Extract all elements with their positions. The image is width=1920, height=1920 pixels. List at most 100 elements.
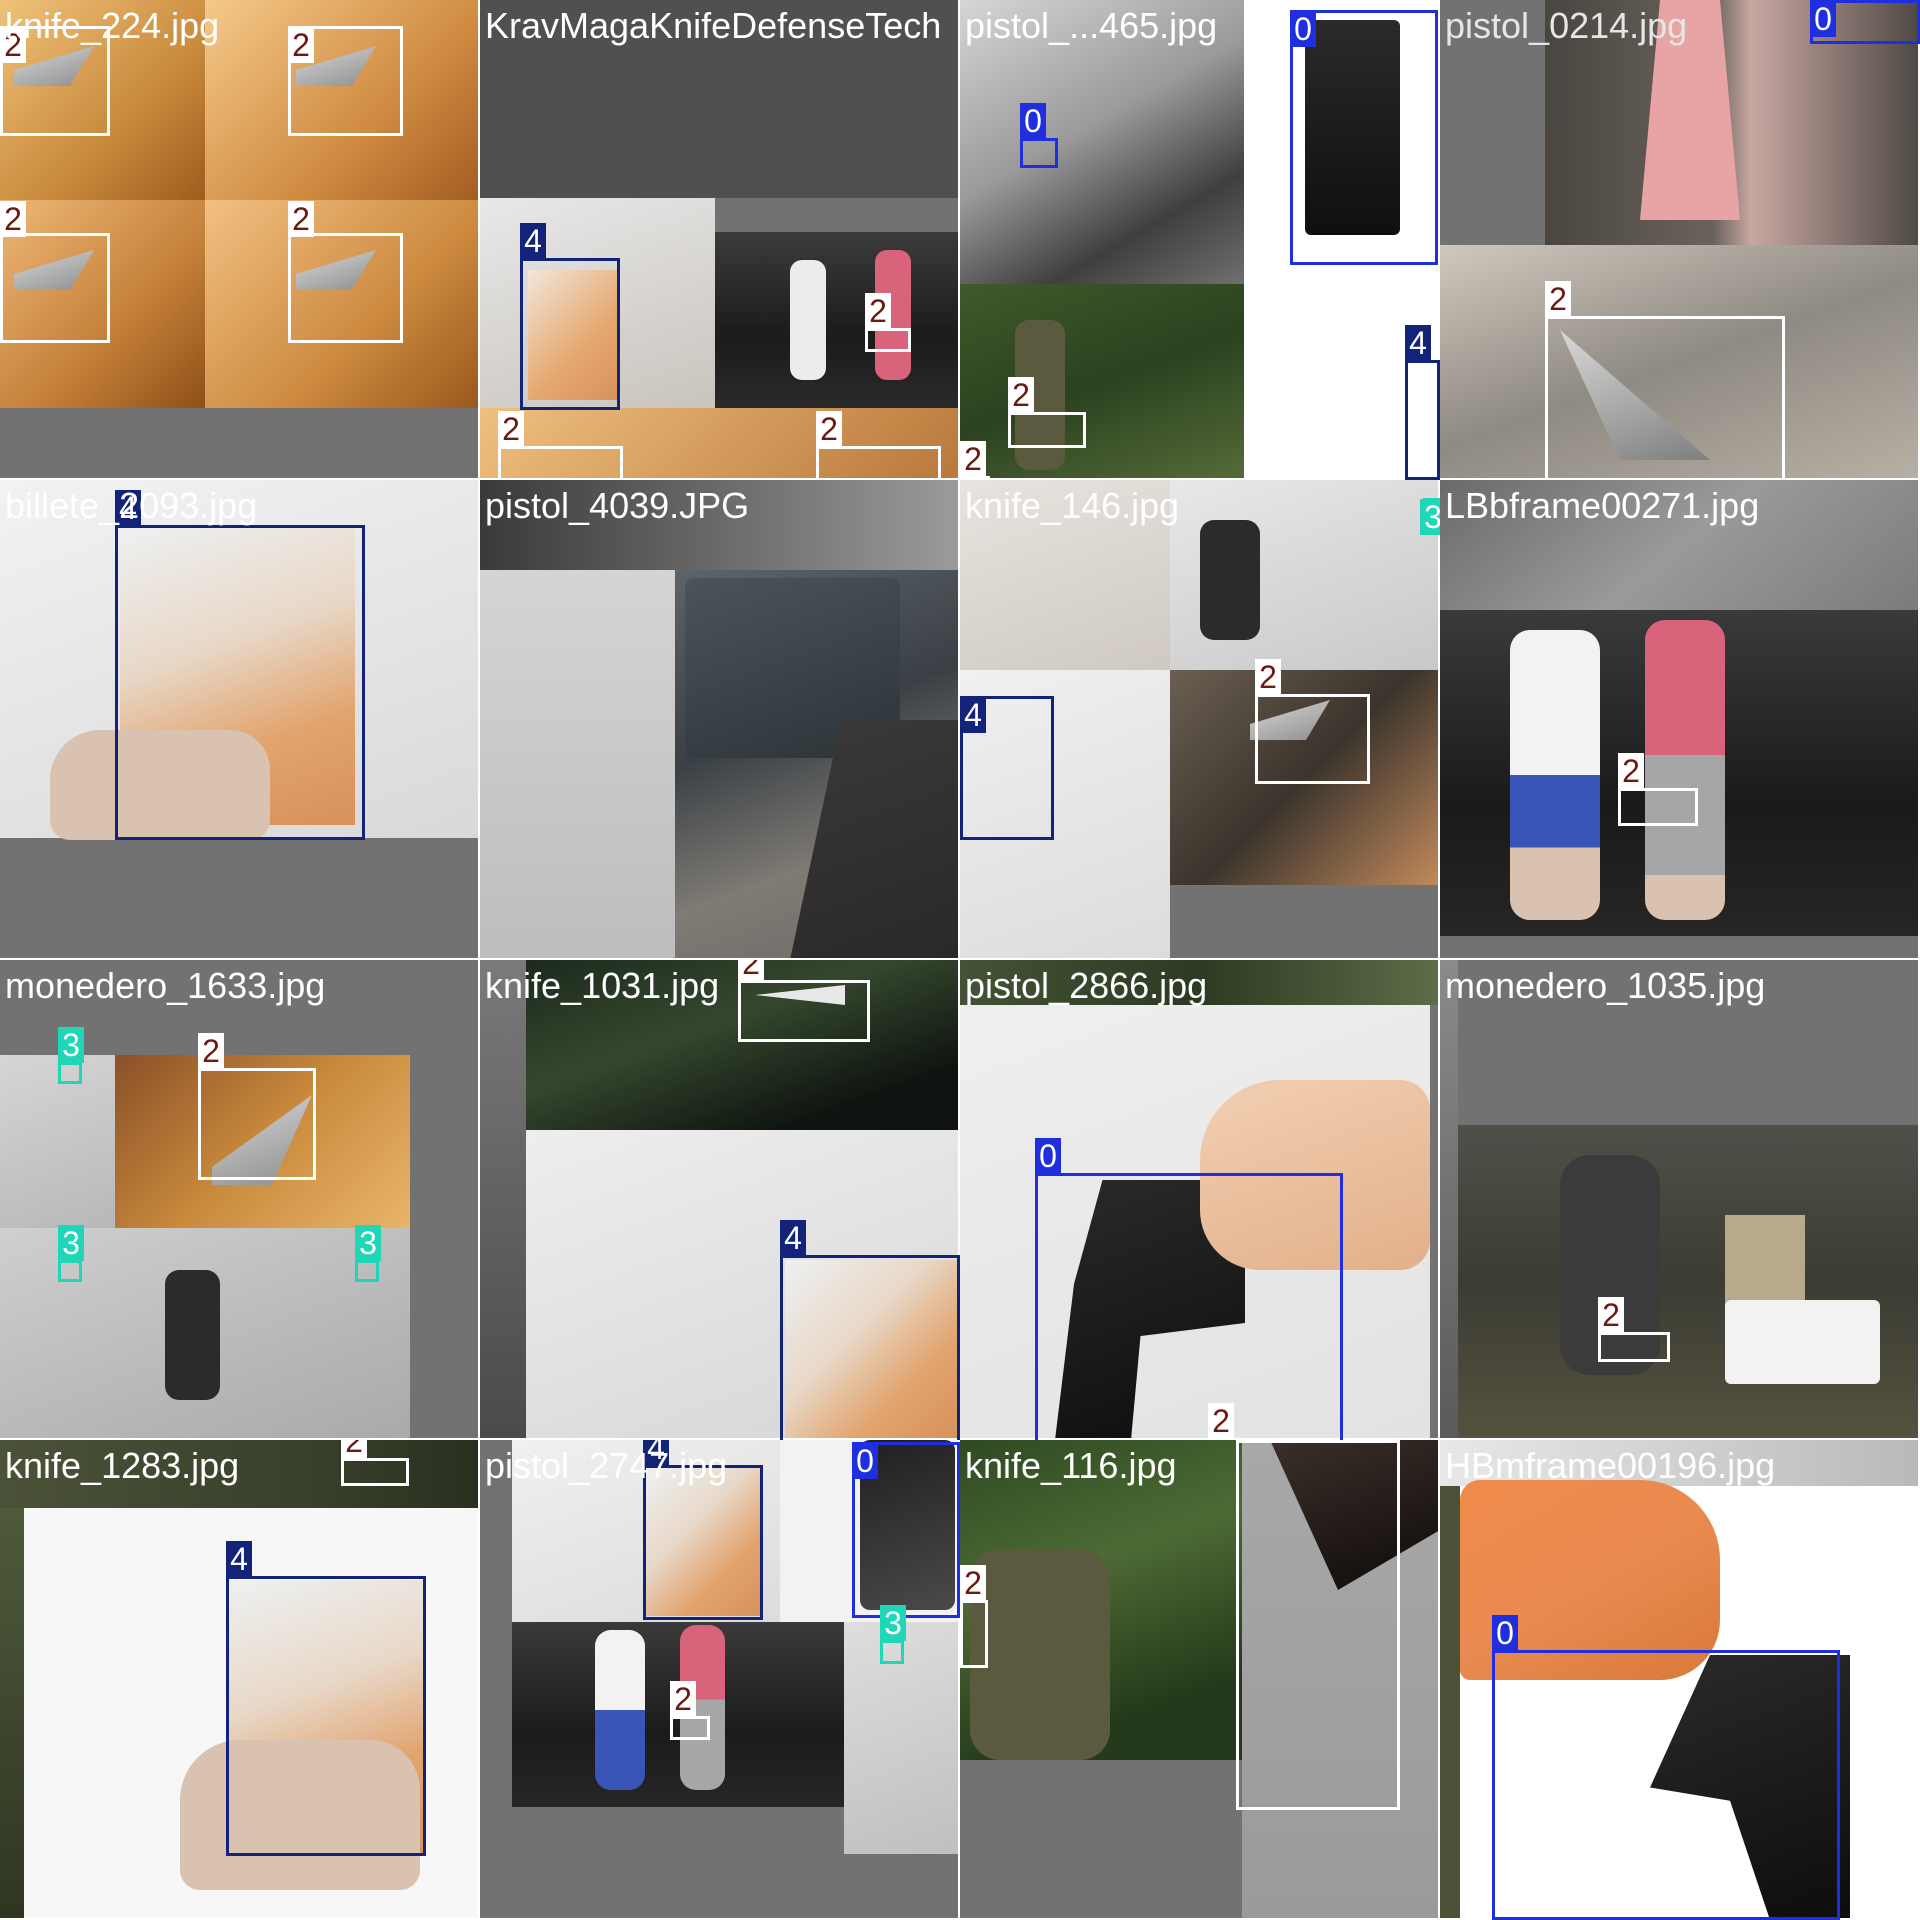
bbox-label: 2 bbox=[198, 1033, 224, 1069]
image-filename: knife_146.jpg bbox=[965, 485, 1180, 526]
bbox-class-2: 2 bbox=[288, 26, 403, 136]
person bbox=[790, 260, 826, 380]
bbox-class-4: 4 bbox=[1405, 325, 1440, 480]
bbox-class-2: 2 bbox=[738, 960, 870, 1042]
bbox-label: 2 bbox=[670, 1681, 696, 1717]
bbox-label: 0 bbox=[1290, 11, 1316, 47]
bbox-label: 4 bbox=[520, 223, 546, 259]
image-filename: knife_224.jpg bbox=[5, 5, 220, 46]
bbox-class-3: 3 bbox=[355, 1225, 381, 1282]
bbox-label: 0 bbox=[1035, 1138, 1061, 1174]
image-region bbox=[1440, 1486, 1460, 1920]
bbox-class-2 bbox=[1236, 1440, 1400, 1810]
bbox-label: 2 bbox=[1545, 281, 1571, 317]
bbox-label: 2 bbox=[865, 293, 891, 329]
image-filename: pistol_4039.JPG bbox=[485, 485, 750, 526]
bbox-class-2: 2 bbox=[816, 411, 941, 480]
bbox-class-4: 4 bbox=[115, 490, 365, 840]
bbox-label: 2 bbox=[341, 1440, 367, 1459]
bbox-class-4: 4 bbox=[643, 1440, 763, 1620]
bbox-class-0: 0 bbox=[1290, 10, 1438, 265]
image-filename: billete_2093.jpg bbox=[5, 485, 258, 526]
bbox-class-2: 2 bbox=[1598, 1297, 1670, 1362]
bbox-class-3: 3 bbox=[58, 1225, 84, 1282]
mosaic-tile: KravMagaKnifeDefenseTech 4 2 2 2 bbox=[480, 0, 960, 480]
image-region bbox=[410, 1055, 480, 1440]
bbox-label: 2 bbox=[1208, 1403, 1234, 1439]
bbox-class-2: 2 bbox=[960, 441, 990, 480]
bbox-class-2: 2 bbox=[198, 1033, 316, 1180]
person bbox=[1510, 630, 1600, 920]
image-filename: knife_116.jpg bbox=[965, 1445, 1177, 1486]
image-region bbox=[1430, 1005, 1440, 1440]
image-region bbox=[960, 284, 1244, 480]
bbox-class-4: 4 bbox=[780, 1220, 960, 1440]
image-filename: pistol_0214.jpg bbox=[1445, 5, 1688, 46]
bbox-label: 0 bbox=[1810, 1, 1836, 37]
bbox-class-0: 0 bbox=[1492, 1615, 1840, 1920]
bbox-class-0: 0 bbox=[852, 1442, 960, 1618]
mosaic-tile: knife_224.jpg 2 2 2 2 bbox=[0, 0, 480, 480]
bbox-label: 4 bbox=[960, 697, 986, 733]
bbox-label: 3 bbox=[58, 1225, 84, 1261]
mosaic-tile: pistol_0214.jpg 0 2 bbox=[1440, 0, 1920, 480]
bbox-label: 2 bbox=[1255, 659, 1281, 695]
mosaic-tile: knife_116.jpg 2 bbox=[960, 1440, 1440, 1920]
bbox-label: 3 bbox=[355, 1225, 381, 1261]
bbox-class-2: 2 bbox=[960, 1565, 988, 1668]
bbox-class-3: 3 bbox=[880, 1605, 906, 1664]
bbox-label: 2 bbox=[498, 411, 524, 447]
image-filename: pistol_...465.jpg bbox=[965, 5, 1218, 46]
mosaic-tile: pistol_4039.JPG bbox=[480, 480, 960, 960]
bbox-label: 2 bbox=[1008, 377, 1034, 413]
bbox-class-2: 2 bbox=[1255, 659, 1370, 784]
image-filename: KravMagaKnifeDefenseTech bbox=[485, 5, 942, 46]
bbox-label: 2 bbox=[0, 201, 26, 237]
image-filename: HBmframe00196.jpg bbox=[1445, 1445, 1776, 1486]
bbox-label: 4 bbox=[1405, 325, 1431, 361]
bbox-class-2: 2 bbox=[0, 201, 110, 343]
bbox-class-2: 2 bbox=[498, 411, 623, 480]
bbox-label: 2 bbox=[960, 1565, 986, 1601]
mosaic-tile: monedero_1035.jpg 2 bbox=[1440, 960, 1920, 1440]
white-board bbox=[1725, 1300, 1880, 1384]
image-region bbox=[480, 960, 526, 1440]
bbox-class-2: 2 bbox=[1618, 753, 1698, 826]
bbox-class-0: 0 bbox=[1020, 103, 1058, 168]
mosaic-tile: LBbframe00271.jpg 2 bbox=[1440, 480, 1920, 960]
image-filename: LBbframe00271.jpg bbox=[1445, 485, 1760, 526]
image-filename: monedero_1633.jpg bbox=[5, 965, 326, 1006]
coat bbox=[1200, 520, 1260, 640]
image-region bbox=[480, 570, 675, 960]
bbox-label: 2 bbox=[738, 960, 764, 981]
bbox-label: 3 bbox=[1420, 499, 1440, 535]
bbox-class-0: 0 bbox=[1035, 1138, 1343, 1440]
image-region bbox=[0, 838, 480, 960]
mosaic-tile: knife_146.jpg 3 4 2 bbox=[960, 480, 1440, 960]
bbox-label: 2 bbox=[816, 411, 842, 447]
mosaic-tile: HBmframe00196.jpg 0 bbox=[1440, 1440, 1920, 1920]
image-region bbox=[1440, 936, 1920, 960]
bbox-label: 4 bbox=[780, 1220, 806, 1256]
mosaic-tile: pistol_...465.jpg 0 0 2 2 4 bbox=[960, 0, 1440, 480]
image-region bbox=[1170, 885, 1440, 960]
bbox-label: 3 bbox=[58, 1027, 84, 1063]
mosaic-tile: billete_2093.jpg 4 bbox=[0, 480, 480, 960]
bbox-class-0: 0 bbox=[1810, 0, 1920, 44]
image-filename: knife_1283.jpg bbox=[5, 1445, 240, 1486]
image-region bbox=[1440, 960, 1458, 1440]
mosaic-tile: knife_1283.jpg 2 4 bbox=[0, 1440, 480, 1920]
bbox-class-3: 3 bbox=[1420, 498, 1440, 535]
bbox-label: 2 bbox=[960, 441, 986, 477]
coat bbox=[165, 1270, 220, 1400]
bbox-label: 0 bbox=[1020, 103, 1046, 139]
bbox-class-4: 4 bbox=[226, 1541, 426, 1856]
mosaic-tile: knife_1031.jpg 2 4 bbox=[480, 960, 960, 1440]
image-filename: pistol_2866.jpg bbox=[965, 965, 1208, 1006]
bbox-label: 2 bbox=[1598, 1297, 1624, 1333]
bbox-class-4: 4 bbox=[960, 696, 1054, 840]
person bbox=[1645, 620, 1725, 920]
bbox-label: 2 bbox=[288, 201, 314, 237]
mosaic-grid: knife_224.jpg 2 2 2 2 KravMagaKnifeDefen… bbox=[0, 0, 1920, 1920]
mosaic-tile: pistol_2747.jpg 4 0 3 2 bbox=[480, 1440, 960, 1920]
